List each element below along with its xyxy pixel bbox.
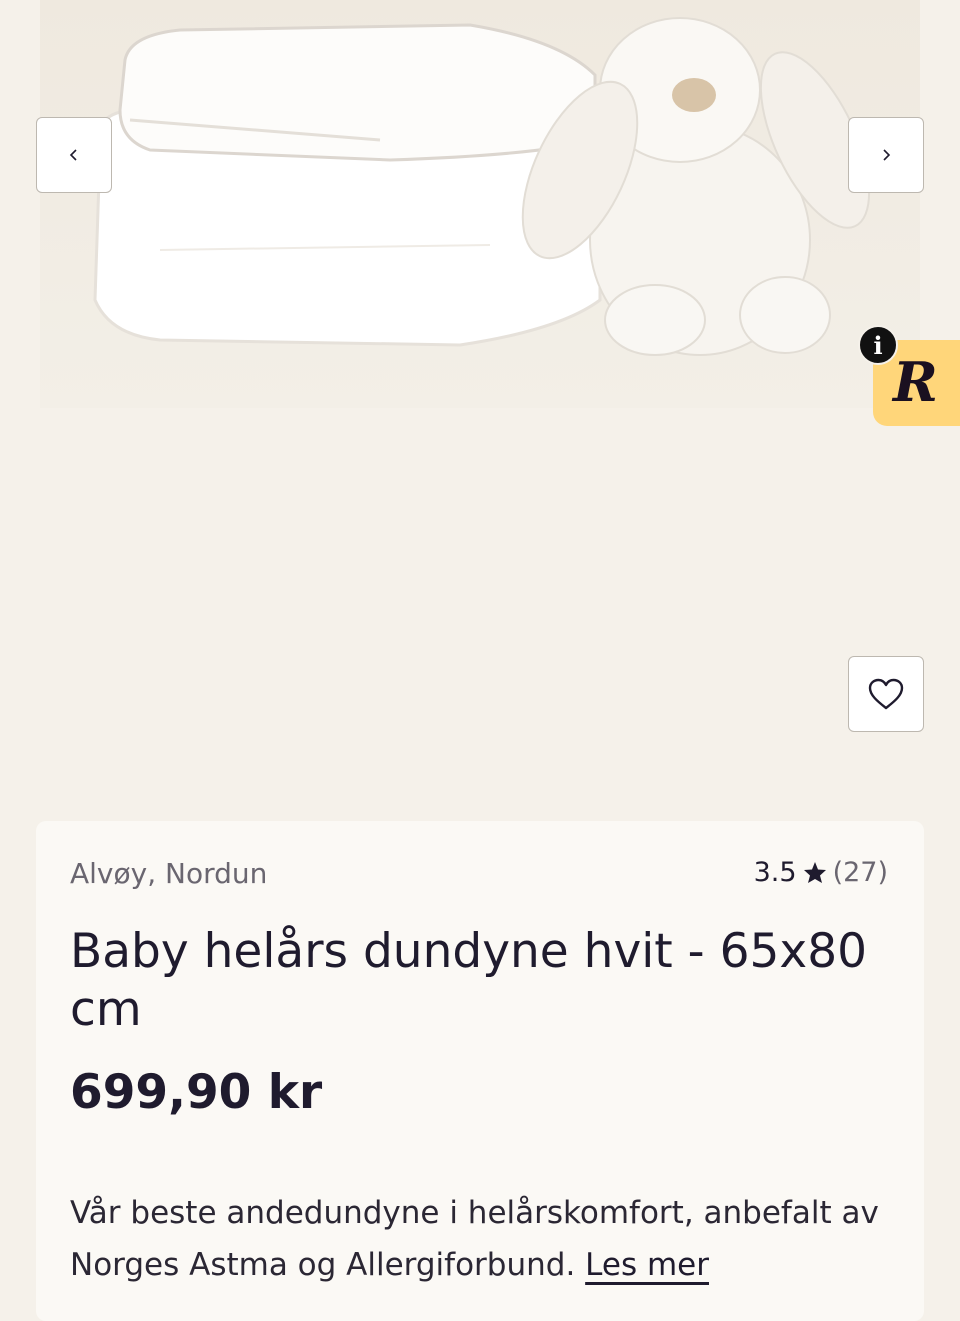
image-gallery: R i [0,0,960,780]
favorite-button[interactable] [848,656,924,732]
chevron-left-icon [69,149,77,161]
duvet-illustration [93,23,602,347]
product-info-card: Alvøy, Nordun 3.5 (27) Baby helårs dundy… [36,821,924,1321]
description-text: Vår beste andedundyne i helårskomfort, a… [70,1195,879,1283]
product-price: 699,90 kr [70,1065,323,1120]
next-image-button[interactable] [848,117,924,193]
heart-icon [868,678,904,710]
brand-name: Alvøy, Nordun [70,857,268,890]
info-icon[interactable]: i [858,325,898,365]
previous-image-button[interactable] [36,117,112,193]
info-icon-label: i [873,330,883,360]
product-image [40,0,920,408]
rating-count: (27) [832,857,888,888]
product-title: Baby helårs dundyne hvit - 65x80 cm [70,924,868,1037]
product-description: Vår beste andedundyne i helårskomfort, a… [70,1187,900,1291]
read-more-link[interactable]: Les mer [585,1247,709,1283]
badge-logo: R [893,350,938,414]
chevron-right-icon [883,149,891,161]
rating[interactable]: 3.5 (27) [754,857,888,888]
rating-value: 3.5 [753,857,797,888]
star-icon [803,862,826,883]
